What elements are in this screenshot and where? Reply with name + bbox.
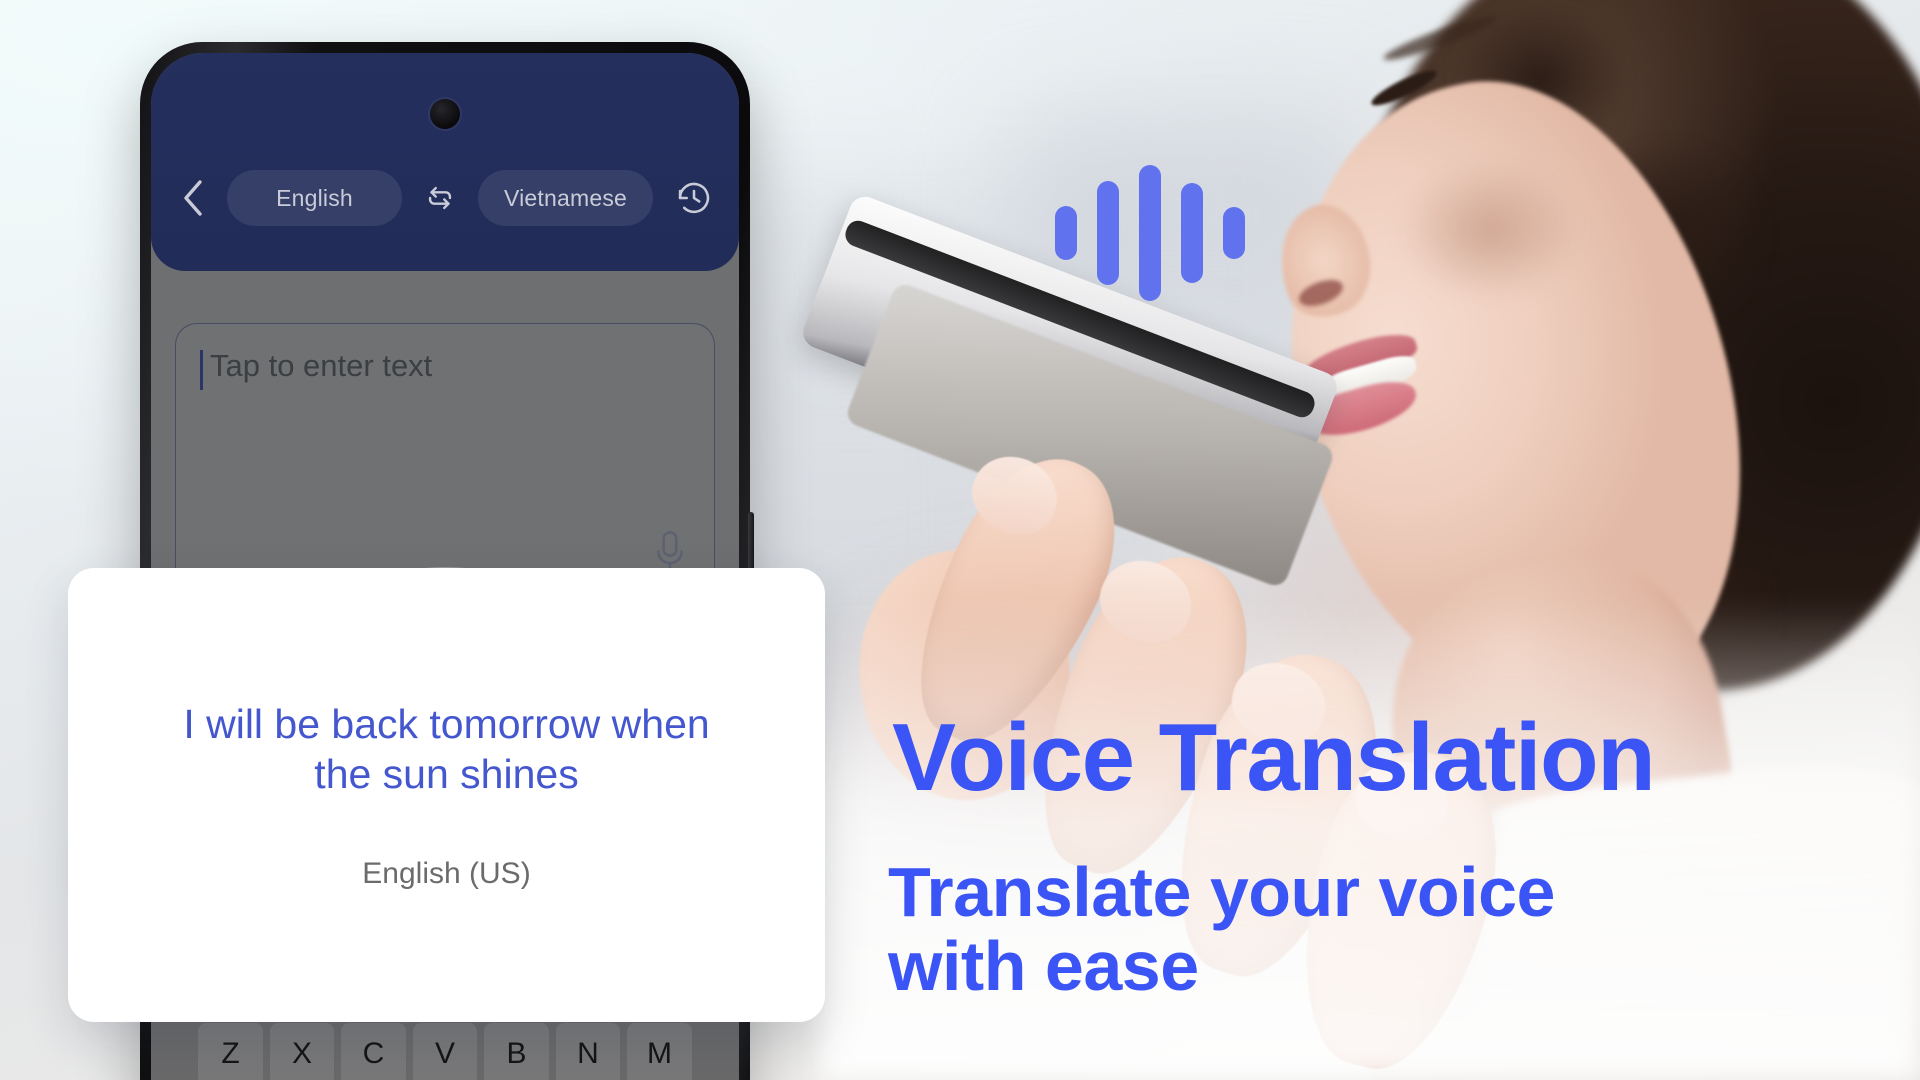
shift-key[interactable] xyxy=(159,1023,191,1080)
transcription-result-card: I will be back tomorrow when the sun shi… xyxy=(68,568,825,1022)
back-button[interactable] xyxy=(171,176,215,220)
front-camera-punchhole xyxy=(430,99,460,129)
language-selector-row: English Vietnamese xyxy=(151,165,739,231)
target-language-label: Vietnamese xyxy=(503,184,628,211)
transcript-text: I will be back tomorrow when the sun shi… xyxy=(183,700,710,797)
subtitle-line-2: with ease xyxy=(888,927,1199,1006)
source-language-label: English xyxy=(276,184,353,211)
transcript-language-label: English (US) xyxy=(362,857,531,891)
page-title: Voice Translation xyxy=(892,704,1656,811)
bottom-white-fade xyxy=(820,600,1920,1080)
waveform-bar-4 xyxy=(1181,182,1203,283)
keyboard-row-3: Z X C V B N M xyxy=(151,1023,739,1080)
key-V[interactable]: V xyxy=(412,1023,478,1080)
history-button[interactable] xyxy=(669,173,719,223)
swap-languages-button[interactable] xyxy=(414,172,466,224)
key-M[interactable]: M xyxy=(627,1023,692,1080)
source-language-chip[interactable]: English xyxy=(227,170,402,226)
text-input-placeholder: Tap to enter text xyxy=(210,348,433,383)
backspace-key[interactable] xyxy=(699,1023,731,1080)
promo-banner: English Vietnamese Tap to enter text Z X… xyxy=(0,0,1920,1080)
key-X[interactable]: X xyxy=(269,1023,335,1080)
swap-languages-icon xyxy=(428,186,452,210)
app-top-bar: English Vietnamese xyxy=(151,53,739,271)
key-C[interactable]: C xyxy=(341,1023,406,1080)
key-B[interactable]: B xyxy=(484,1023,549,1080)
audio-waveform-icon xyxy=(1055,164,1245,301)
key-N[interactable]: N xyxy=(555,1023,621,1080)
waveform-bar-3 xyxy=(1139,164,1161,301)
target-language-chip[interactable]: Vietnamese xyxy=(478,170,653,226)
history-clock-icon xyxy=(678,182,710,214)
text-caret xyxy=(200,350,203,390)
key-Z[interactable]: Z xyxy=(198,1023,263,1080)
waveform-bar-5 xyxy=(1223,206,1245,259)
waveform-bar-1 xyxy=(1055,205,1077,260)
text-input-field[interactable]: Tap to enter text xyxy=(175,323,715,603)
subtitle-line-1: Translate your voice xyxy=(888,853,1555,931)
page-subtitle: Translate your voice with ease xyxy=(888,853,1555,1006)
chevron-left-icon xyxy=(184,180,202,216)
waveform-bar-2 xyxy=(1097,180,1119,285)
